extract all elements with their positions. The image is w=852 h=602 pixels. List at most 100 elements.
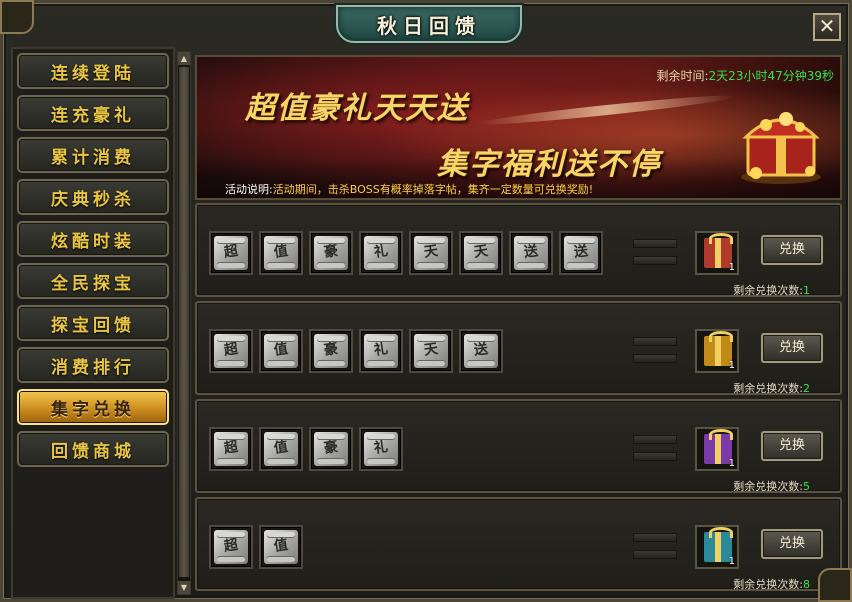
scroll-character: 送: [572, 243, 590, 261]
gift-count: 1: [728, 262, 735, 273]
calligraphy-scroll-icon: 豪: [314, 432, 348, 466]
sidebar-item-cumulative-spend[interactable]: 累计消费: [17, 137, 169, 173]
sidebar-item-continuous-login[interactable]: 连续登陆: [17, 53, 169, 89]
window-title: 秋日回馈: [377, 13, 481, 38]
calligraphy-scroll-icon: 天: [414, 236, 448, 270]
scroll-slot[interactable]: 值: [259, 525, 303, 569]
scroll-character: 值: [272, 243, 290, 261]
scroll-slot[interactable]: 超: [209, 525, 253, 569]
reward-slot[interactable]: 1: [695, 329, 739, 373]
calligraphy-scroll-icon: 豪: [314, 334, 348, 368]
exchange-button[interactable]: 兑换: [761, 235, 823, 265]
scroll-slot[interactable]: 天: [409, 329, 453, 373]
scroll-slot[interactable]: 送: [559, 231, 603, 275]
scroll-character: 豪: [322, 341, 340, 359]
calligraphy-scroll-icon: 超: [214, 432, 248, 466]
scroll-slot[interactable]: 天: [459, 231, 503, 275]
scroll-slot[interactable]: 超: [209, 231, 253, 275]
scroll-character: 天: [422, 341, 440, 359]
scroll-slot[interactable]: 值: [259, 231, 303, 275]
content-scrollbar[interactable]: ▲ ▼: [177, 51, 191, 595]
scroll-slot[interactable]: 超: [209, 329, 253, 373]
equals-icon: [633, 435, 677, 463]
scroll-slot[interactable]: 送: [459, 329, 503, 373]
remaining-count: 1: [803, 284, 810, 297]
reward-row: 超 值 豪 礼 天 送 1 兑换 剩余兑换次数:2: [195, 301, 842, 395]
countdown-value: 2天23小时47分钟39秒: [708, 69, 834, 83]
calligraphy-scroll-icon: 天: [464, 236, 498, 270]
remaining-label: 剩余兑换次数:: [733, 480, 803, 493]
arrow-down-icon[interactable]: ▼: [178, 581, 190, 594]
calligraphy-scroll-icon: 超: [214, 236, 248, 270]
scroll-character: 值: [272, 537, 290, 555]
sidebar-item-reward-shop[interactable]: 回馈商城: [17, 431, 169, 467]
scroll-character: 礼: [372, 243, 390, 261]
scroll-character: 超: [222, 439, 240, 457]
calligraphy-scroll-icon: 豪: [314, 236, 348, 270]
equals-icon: [633, 239, 677, 267]
sidebar-item-spend-ranking[interactable]: 消费排行: [17, 347, 169, 383]
exchange-button[interactable]: 兑换: [761, 529, 823, 559]
scroll-slot[interactable]: 值: [259, 427, 303, 471]
scroll-slot[interactable]: 礼: [359, 427, 403, 471]
sidebar-item-word-exchange[interactable]: 集字兑换: [17, 389, 169, 425]
remaining-exchanges: 剩余兑换次数:5: [733, 478, 810, 494]
calligraphy-scroll-icon: 超: [214, 334, 248, 368]
remaining-count: 2: [803, 382, 810, 395]
reward-row: 超 值 1 兑换 剩余兑换次数:8: [195, 497, 842, 591]
calligraphy-scroll-icon: 送: [564, 236, 598, 270]
title-plate: 秋日回馈: [336, 5, 522, 43]
scroll-slot[interactable]: 礼: [359, 231, 403, 275]
sidebar-item-flash-sale[interactable]: 庆典秒杀: [17, 179, 169, 215]
treasure-chest-icon: [741, 112, 821, 184]
sidebar-item-fashion[interactable]: 炫酷时装: [17, 221, 169, 257]
exchange-button[interactable]: 兑换: [761, 333, 823, 363]
scroll-slot[interactable]: 豪: [309, 329, 353, 373]
reward-slot[interactable]: 1: [695, 427, 739, 471]
gift-count: 1: [728, 556, 735, 567]
calligraphy-scroll-icon: 值: [264, 334, 298, 368]
scroll-slot[interactable]: 超: [209, 427, 253, 471]
arrow-up-icon[interactable]: ▲: [178, 52, 190, 65]
calligraphy-scroll-icon: 天: [414, 334, 448, 368]
calligraphy-scroll-icon: 值: [264, 432, 298, 466]
scroll-character: 天: [422, 243, 440, 261]
scroll-slot[interactable]: 送: [509, 231, 553, 275]
reward-slot[interactable]: 1: [695, 231, 739, 275]
reward-row: 超 值 豪 礼 1 兑换 剩余兑换次数:5: [195, 399, 842, 493]
calligraphy-scroll-icon: 超: [214, 530, 248, 564]
calligraphy-scroll-icon: 送: [514, 236, 548, 270]
calligraphy-scroll-icon: 值: [264, 530, 298, 564]
close-button[interactable]: ✕: [813, 13, 841, 41]
equals-icon: [633, 533, 677, 561]
remaining-label: 剩余兑换次数:: [733, 382, 803, 395]
sidebar-item-recharge-gifts[interactable]: 连充豪礼: [17, 95, 169, 131]
scroll-slot[interactable]: 值: [259, 329, 303, 373]
exchange-button[interactable]: 兑换: [761, 431, 823, 461]
sidebar-item-treasure-hunt[interactable]: 全民探宝: [17, 263, 169, 299]
countdown-label: 剩余时间:: [656, 69, 709, 83]
scroll-slot[interactable]: 礼: [359, 329, 403, 373]
event-window: 秋日回馈 ✕ 连续登陆 连充豪礼 累计消费 庆典秒杀 炫酷时装 全民探宝 探宝回…: [0, 0, 852, 602]
sidebar-item-hunt-rewards[interactable]: 探宝回馈: [17, 305, 169, 341]
gift-count: 1: [728, 458, 735, 469]
event-banner: 超值豪礼天天送 集字福利送不停 剩余时间:2天23小时47分钟39秒 活动说明:…: [195, 55, 842, 200]
banner-slogan-primary: 超值豪礼天天送: [245, 91, 469, 126]
scroll-character: 超: [222, 243, 240, 261]
remaining-exchanges: 剩余兑换次数:1: [733, 282, 810, 298]
description-label: 活动说明:: [225, 183, 273, 196]
scroll-slot[interactable]: 天: [409, 231, 453, 275]
remaining-label: 剩余兑换次数:: [733, 284, 803, 297]
calligraphy-scroll-icon: 礼: [364, 236, 398, 270]
scroll-slot[interactable]: 豪: [309, 427, 353, 471]
equals-icon: [633, 337, 677, 365]
reward-slot[interactable]: 1: [695, 525, 739, 569]
scroll-thumb[interactable]: [179, 67, 189, 577]
scroll-slot[interactable]: 豪: [309, 231, 353, 275]
description-text: 活动期间，击杀BOSS有概率掉落字帖，集齐一定数量可兑换奖励!: [272, 183, 594, 196]
close-icon: ✕: [818, 14, 836, 38]
banner-slogan-secondary: 集字福利送不停: [437, 147, 661, 182]
remaining-exchanges: 剩余兑换次数:2: [733, 380, 810, 396]
remaining-exchanges: 剩余兑换次数:8: [733, 576, 810, 592]
scroll-character: 超: [222, 537, 240, 555]
